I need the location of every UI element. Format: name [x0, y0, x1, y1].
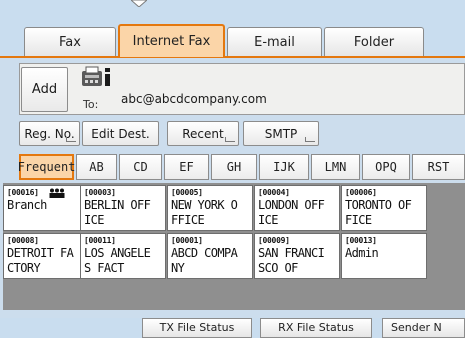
entry-name-line2: NY	[171, 261, 185, 275]
index-tab-opq[interactable]: OPQ	[362, 154, 410, 180]
entry-name-line2: SCO OF	[258, 261, 298, 275]
more-options-icon	[305, 137, 315, 142]
tx-file-status-button[interactable]: TX File Status	[142, 318, 252, 338]
index-label: IJK	[273, 160, 295, 174]
index-label: AB	[89, 160, 104, 174]
smtp-label: SMTP	[264, 126, 298, 141]
entry-name-line1: LOS ANGELE	[84, 246, 151, 260]
index-tab-rst[interactable]: RST	[412, 154, 465, 180]
index-tab-ef[interactable]: EF	[164, 154, 209, 180]
entry-number: [00016]	[7, 188, 39, 197]
more-options-icon	[66, 137, 76, 142]
destination-entry-00016[interactable]: [00016] Branch	[3, 185, 89, 231]
group-icon	[49, 188, 65, 198]
add-destination-button[interactable]: Add	[21, 67, 68, 112]
entry-name-line1: NEW YORK O	[171, 198, 238, 212]
tab-label: Folder	[353, 34, 395, 50]
destination-entry-00009[interactable]: [00009] SAN FRANCI SCO OF	[254, 233, 340, 279]
index-label: LMN	[324, 160, 347, 174]
recent-button[interactable]: Recent	[167, 121, 239, 146]
sender-name-button[interactable]: Sender N	[382, 318, 465, 338]
more-options-icon	[225, 137, 235, 142]
index-label: OPQ	[375, 160, 397, 174]
entry-number: [00001]	[171, 236, 203, 245]
entry-number: [00013]	[345, 236, 377, 245]
destination-entry-00005[interactable]: [00005] NEW YORK O FFICE	[167, 185, 253, 231]
fax-machine-info-icon	[82, 66, 110, 86]
entry-name-line2: FFICE	[171, 213, 205, 227]
entry-name-line1: Branch	[7, 198, 47, 212]
active-tab-marker-icon	[131, 0, 147, 7]
destination-entry-00013[interactable]: [00013] Admin	[341, 233, 427, 279]
to-label: To:	[83, 98, 99, 111]
tab-folder[interactable]: Folder	[324, 27, 424, 56]
index-tab-ab[interactable]: AB	[76, 154, 117, 180]
to-address: abc@abcdcompany.com	[121, 92, 267, 106]
index-label: GH	[226, 160, 242, 174]
recent-label: Recent	[182, 126, 224, 141]
entry-name-line1: LONDON OFF	[258, 198, 325, 212]
index-label: EF	[179, 160, 194, 174]
tab-email[interactable]: E-mail	[227, 27, 322, 56]
index-tab-frequent[interactable]: Frequent	[17, 154, 76, 180]
reg-no-button[interactable]: Reg. No.	[19, 121, 80, 146]
entry-name-line1: SAN FRANCI	[258, 246, 325, 260]
destination-entry-00004[interactable]: [00004] LONDON OFF ICE	[254, 185, 340, 231]
index-tab-cd[interactable]: CD	[119, 154, 162, 180]
entry-number: [00009]	[258, 236, 290, 245]
entry-name-line2: FICE	[345, 213, 372, 227]
entry-number: [00008]	[7, 236, 39, 245]
entry-name-line1: BERLIN OFF	[84, 198, 151, 212]
tx-file-status-label: TX File Status	[159, 321, 235, 334]
destination-entry-00006[interactable]: [00006] TORONTO OF FICE	[341, 185, 427, 231]
entry-name-line2: CTORY	[7, 261, 41, 275]
destination-entry-00003[interactable]: [00003] BERLIN OFF ICE	[80, 185, 166, 231]
entry-number: [00005]	[171, 188, 203, 197]
entry-number: [00006]	[345, 188, 377, 197]
add-label: Add	[31, 82, 58, 97]
entry-name-line1: DETROIT FA	[7, 246, 74, 260]
rx-file-status-button[interactable]: RX File Status	[260, 318, 372, 338]
entry-number: [00003]	[84, 188, 116, 197]
entry-name-line1: ABCD COMPA	[171, 246, 238, 260]
destination-entry-00001[interactable]: [00001] ABCD COMPA NY	[167, 233, 253, 279]
tab-fax[interactable]: Fax	[24, 27, 116, 56]
index-label: CD	[133, 160, 148, 174]
entry-name-line2: ICE	[258, 213, 278, 227]
index-label: RST	[427, 160, 450, 174]
tab-internet-fax[interactable]: Internet Fax	[118, 24, 225, 57]
tab-label: Internet Fax	[132, 34, 211, 49]
entry-number: [00004]	[258, 188, 290, 197]
edit-dest-label: Edit Dest.	[91, 126, 150, 141]
sender-name-label: Sender N	[391, 321, 442, 334]
tab-label: E-mail	[254, 34, 295, 50]
entry-name-line1: TORONTO OF	[345, 198, 412, 212]
index-tab-ijk[interactable]: IJK	[259, 154, 309, 180]
edit-dest-button[interactable]: Edit Dest.	[82, 121, 159, 146]
entry-number: [00011]	[84, 236, 116, 245]
entry-name-line2: S FACT	[84, 261, 124, 275]
smtp-button[interactable]: SMTP	[243, 121, 319, 146]
entry-name-line2: ICE	[84, 213, 104, 227]
index-label: Frequent	[17, 160, 76, 174]
tab-label: Fax	[59, 34, 81, 50]
destination-entry-00008[interactable]: [00008] DETROIT FA CTORY	[3, 233, 89, 279]
rx-file-status-label: RX File Status	[278, 321, 354, 334]
entry-name-line1: Admin	[345, 246, 379, 260]
index-tab-lmn[interactable]: LMN	[311, 154, 360, 180]
destination-entry-00011[interactable]: [00011] LOS ANGELE S FACT	[80, 233, 166, 279]
index-tab-gh[interactable]: GH	[211, 154, 257, 180]
